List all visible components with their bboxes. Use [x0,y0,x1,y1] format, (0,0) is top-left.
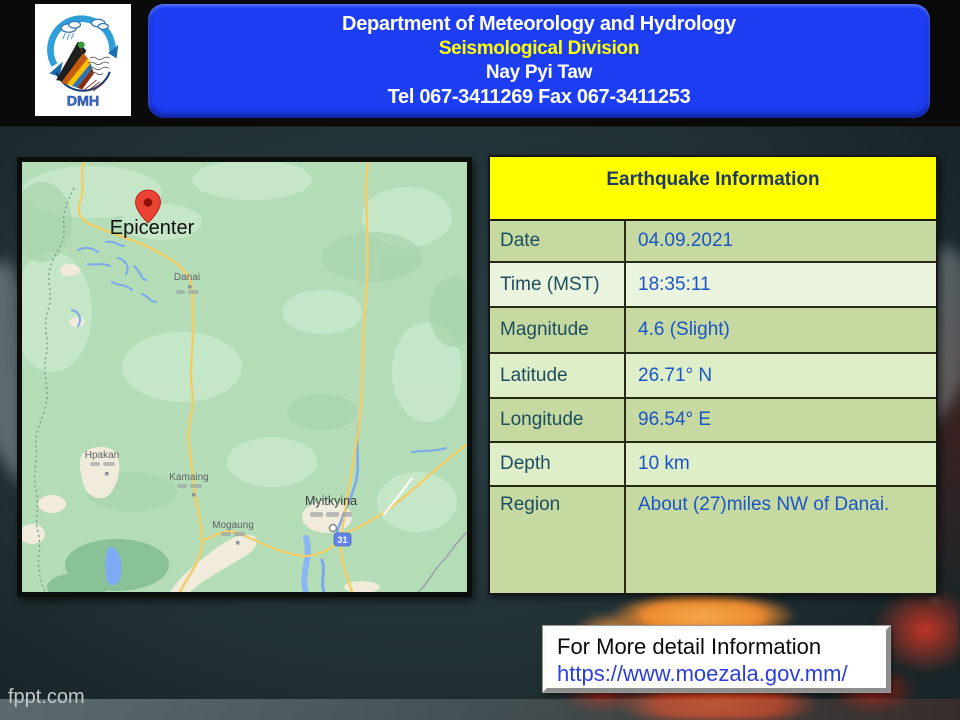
fppt-watermark: fppt.com [8,686,85,709]
row-label: Time (MST) [490,263,626,306]
more-info-box: For More detail Information https://www.… [543,626,890,692]
division-title: Seismological Division [439,38,639,60]
town-label-mogaung: Mogaung [212,520,254,531]
row-value: About (27)miles NW of Danai. [626,487,936,593]
row-value: 04.09.2021 [626,221,936,261]
table-row-longitude: Longitude 96.54° E [490,399,936,443]
title-banner: Department of Meteorology and Hydrology … [148,4,930,118]
row-label: Latitude [490,354,626,397]
table-row-date: Date 04.09.2021 [490,221,936,263]
row-label: Longitude [490,399,626,441]
epicenter-map: Danai Hpakan Kamaing Mogaung Myitkyina 3… [17,157,472,597]
row-value: 26.71° N [626,354,936,397]
more-info-text: For More detail Information [557,633,876,660]
contact-line: Tel 067-3411269 Fax 067-3411253 [388,86,691,109]
earthquake-info-table: Earthquake Information Date 04.09.2021 T… [488,155,938,595]
town-label-hpakan: Hpakan [85,450,119,461]
row-value: 10 km [626,443,936,485]
route-shield-31: 31 [334,533,351,546]
epicenter-label: Epicenter [110,217,195,239]
table-row-depth: Depth 10 km [490,443,936,487]
dmh-logo-icon: DMH [41,8,125,112]
row-label: Depth [490,443,626,485]
dmh-logo-text: DMH [67,93,100,109]
city-marker-myitkyina [330,525,337,532]
svg-text:31: 31 [337,535,347,545]
bottom-gradient-band [0,699,960,720]
row-label: Magnitude [490,308,626,352]
row-value: 96.54° E [626,399,936,441]
department-title: Department of Meteorology and Hydrology [342,13,736,36]
dmh-logo: DMH [35,4,131,116]
table-row-region: Region About (27)miles NW of Danai. [490,487,936,593]
table-row-magnitude: Magnitude 4.6 (Slight) [490,308,936,354]
slide: DMH Department of Meteorology and Hydrol… [0,0,960,720]
table-row-latitude: Latitude 26.71° N [490,354,936,399]
row-value: 18:35:11 [626,263,936,306]
map-canvas: Danai Hpakan Kamaing Mogaung Myitkyina 3… [22,162,467,592]
table-row-time: Time (MST) 18:35:11 [490,263,936,308]
table-title: Earthquake Information [490,157,936,221]
town-label-danai: Danai [174,272,200,283]
website-link[interactable]: https://www.moezala.gov.mm/ [557,660,876,687]
row-value: 4.6 (Slight) [626,308,936,352]
town-label-kamaing: Kamaing [169,472,208,483]
city-label-myitkyina: Myitkyina [305,494,357,508]
row-label: Region [490,487,626,593]
row-label: Date [490,221,626,261]
city-title: Nay Pyi Taw [486,62,592,84]
